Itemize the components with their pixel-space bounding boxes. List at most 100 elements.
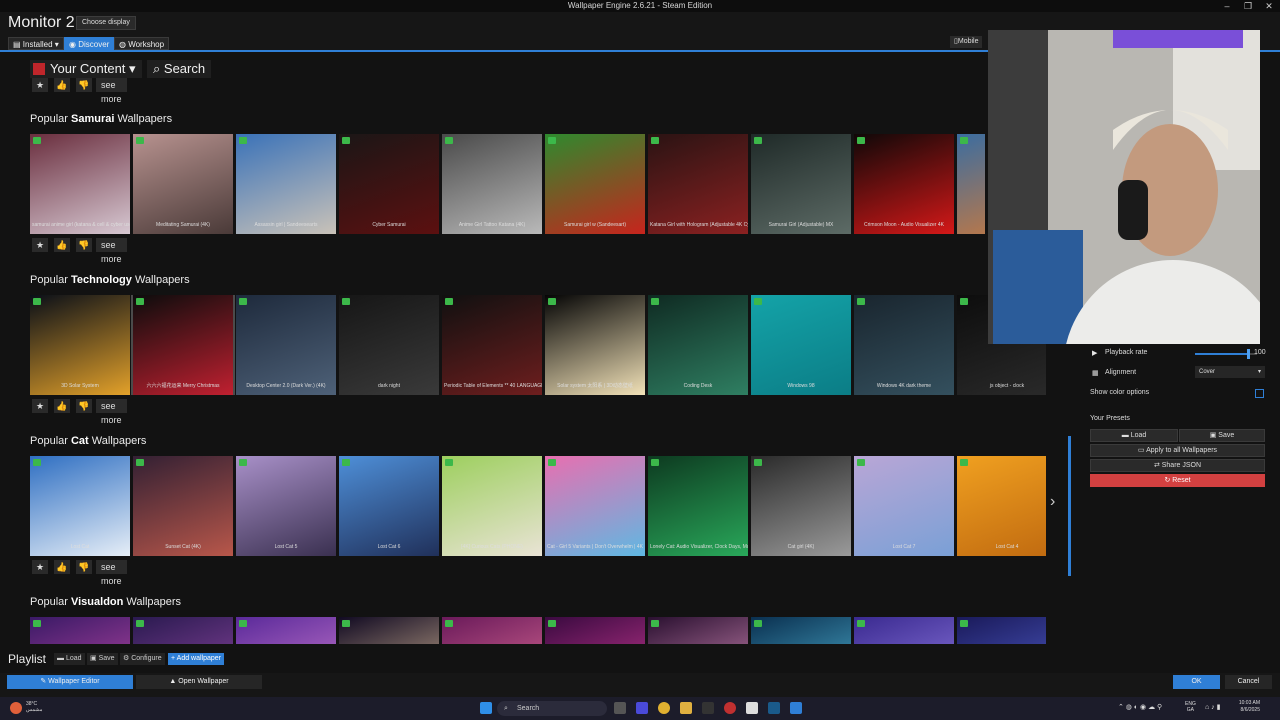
preset-load-button[interactable]: ▬ Load [1090,429,1178,442]
wallpaper-tile[interactable]: Windows 4K dark theme [854,295,954,395]
wallpaper-tile[interactable]: Cyber Sa... [957,134,985,234]
close-icon[interactable]: ✕ [1258,0,1280,12]
wallpaper-tile[interactable]: Samurai Girl (Adjustable) MX [751,134,851,234]
minimize-icon[interactable]: – [1216,0,1238,12]
clock[interactable]: 10:03 AM 8/6/2025 [1239,700,1260,714]
wallpaper-tile[interactable] [854,617,954,644]
wallpaper-tile[interactable]: dark night [339,295,439,395]
tray-icons[interactable]: ⌃ ◍ ◐ ◉ ☁ ⚲ [1118,703,1162,711]
wallpaper-tile[interactable] [30,617,130,644]
wallpaper-tile[interactable]: Katana Girl with Hologram (Adjustable 4K… [648,134,748,234]
thumbs-up-icon[interactable]: 👍 [54,560,70,574]
wallpaper-tile[interactable]: Solar system 太阳系 | 3D动态壁纸 [545,295,645,395]
wallpaper-tile[interactable]: Assassin girl | Sandeesearts [236,134,336,234]
wallpaper-tile[interactable]: Cat - Girl 5 Variants | Don't Overwhelm … [545,456,645,556]
add-wallpaper-button[interactable]: + Add wallpaper [168,653,225,665]
wallpaper-tile[interactable]: Lost Cat 7 [854,456,954,556]
thumbs-down-icon[interactable]: 👎 [76,78,92,92]
wallpaper-tile[interactable]: 六六六福花运来 Merry Christmas [131,295,235,395]
thumbs-up-icon[interactable]: 👍 [54,78,70,92]
wallpaper-tile[interactable]: Coding Desk [648,295,748,395]
playback-rate-slider[interactable] [1195,349,1257,359]
wallpaper-tile[interactable]: 3D Solar System [30,295,130,395]
tab-installed[interactable]: ▤ Installed ▾ [8,37,64,50]
cancel-button[interactable]: Cancel [1225,675,1272,689]
network-volume-icons[interactable]: ⌂ ♪ ▮ [1205,703,1220,711]
wallpaper-tile[interactable]: Lonely Cat: Audio Visualizer, Clock Days… [648,456,748,556]
show-color-options-checkbox[interactable] [1255,389,1264,398]
content-scrollbar[interactable] [1068,436,1071,576]
see-more-button[interactable]: see more [96,560,127,586]
thumbs-up-icon[interactable]: 👍 [54,399,70,413]
star-icon[interactable]: ★ [32,560,48,574]
app-icon[interactable] [702,702,714,714]
search-button[interactable]: ⌕ Search [147,60,212,78]
alignment-select[interactable]: Cover ▾ [1195,366,1265,378]
steam-icon[interactable] [768,702,780,714]
wallpaper-tile[interactable]: Sunset Cat (4K) [133,456,233,556]
task-view-icon[interactable] [614,702,626,714]
star-icon[interactable]: ★ [32,238,48,252]
wallpaper-tile[interactable] [442,617,542,644]
wallpaper-tile[interactable] [545,617,645,644]
wallpaper-tile[interactable]: Cyber Samurai [339,134,439,234]
see-more-button[interactable]: see more [96,78,127,104]
wallpaper-tile[interactable] [751,617,851,644]
star-icon[interactable]: ★ [32,78,48,92]
star-icon[interactable]: ★ [32,399,48,413]
thumbs-down-icon[interactable]: 👎 [76,399,92,413]
tab-discover[interactable]: ◉ Discover [64,37,115,50]
ok-button[interactable]: OK [1173,675,1220,689]
restore-icon[interactable]: ❐ [1237,0,1259,12]
wallpaper-tile[interactable] [339,617,439,644]
play-icon[interactable]: ▶ [1092,349,1097,357]
playlist-load-button[interactable]: ▬ Load [54,653,85,665]
playlist-configure-button[interactable]: ⚙ Configure [120,653,165,665]
weather-icon[interactable] [10,702,22,714]
thumbs-up-icon[interactable]: 👍 [54,238,70,252]
playback-rate-handle[interactable] [1246,349,1250,359]
wallpaper-tile[interactable]: Lost Cat 5 [236,456,336,556]
playlist-save-button[interactable]: ▣ Save [87,653,118,665]
wallpaper-tile[interactable]: Cat girl (4K) [751,456,851,556]
wallpaper-tile[interactable] [957,617,1046,644]
wallpaper-tile[interactable]: Lost Cat [30,456,130,556]
wallpaper-tile[interactable] [133,617,233,644]
wallpaper-tile[interactable] [236,617,336,644]
start-icon[interactable] [480,702,492,714]
wallpaper-tile[interactable]: Crimson Moon - Audio Visualizer 4K [854,134,954,234]
open-wallpaper-button[interactable]: ▲ Open Wallpaper [136,675,262,689]
chevron-right-icon[interactable]: › [1050,493,1055,511]
wallpaper-tile[interactable]: Periodic Table of Elements ** 40 LANGUAG… [442,295,542,395]
taskbar-search[interactable]: ⌕ Search [497,701,607,716]
chrome-icon[interactable] [658,702,670,714]
wallpaper-tile[interactable]: Lost Cat 6 [339,456,439,556]
wallpaper-tile[interactable]: [4K] Curious Cats (PHONE) [442,456,542,556]
wallpaper-editor-button[interactable]: ✎ Wallpaper Editor [7,675,133,689]
your-content-dropdown[interactable]: Your Content ▾ [30,60,142,78]
wallpaper-tile[interactable]: Desktop Center 2.0 (Dark Ver.) (4K) [236,295,336,395]
meet-icon[interactable] [636,702,648,714]
file-explorer-icon[interactable] [680,702,692,714]
mobile-button[interactable]: ▯Mobile [950,36,983,48]
wallpaper-tile[interactable] [648,617,748,644]
choose-display-button[interactable]: Choose display [76,16,136,30]
thumbs-down-icon[interactable]: 👎 [76,560,92,574]
wallpaper-tile[interactable]: Lost Cat 4 [957,456,1046,556]
thumbs-down-icon[interactable]: 👎 [76,238,92,252]
preset-save-button[interactable]: ▣ Save [1179,429,1265,442]
apply-all-wallpapers-button[interactable]: ▭ Apply to all Wallpapers [1090,444,1265,457]
share-json-button[interactable]: ⇄ Share JSON [1090,459,1265,472]
store-icon[interactable] [746,702,758,714]
wallpaper-tile[interactable]: Samurai girl w (Sandeesart) [545,134,645,234]
reset-button[interactable]: ↻ Reset [1090,474,1265,487]
weather-widget[interactable]: 38°C مشمس [26,701,42,713]
davinci-icon[interactable] [724,702,736,714]
wallpaper-tile[interactable]: Anime Girl Tattoo Katana (4K) [442,134,542,234]
wallpaper-tile[interactable]: Windows 98 [751,295,851,395]
tab-workshop[interactable]: ◍ Workshop [114,37,170,50]
wallpaper-engine-icon[interactable] [790,702,802,714]
language-indicator[interactable]: ENG GA [1185,701,1196,713]
see-more-button[interactable]: see more [96,399,127,425]
wallpaper-tile[interactable]: Meditating Samurai (4K) [133,134,233,234]
